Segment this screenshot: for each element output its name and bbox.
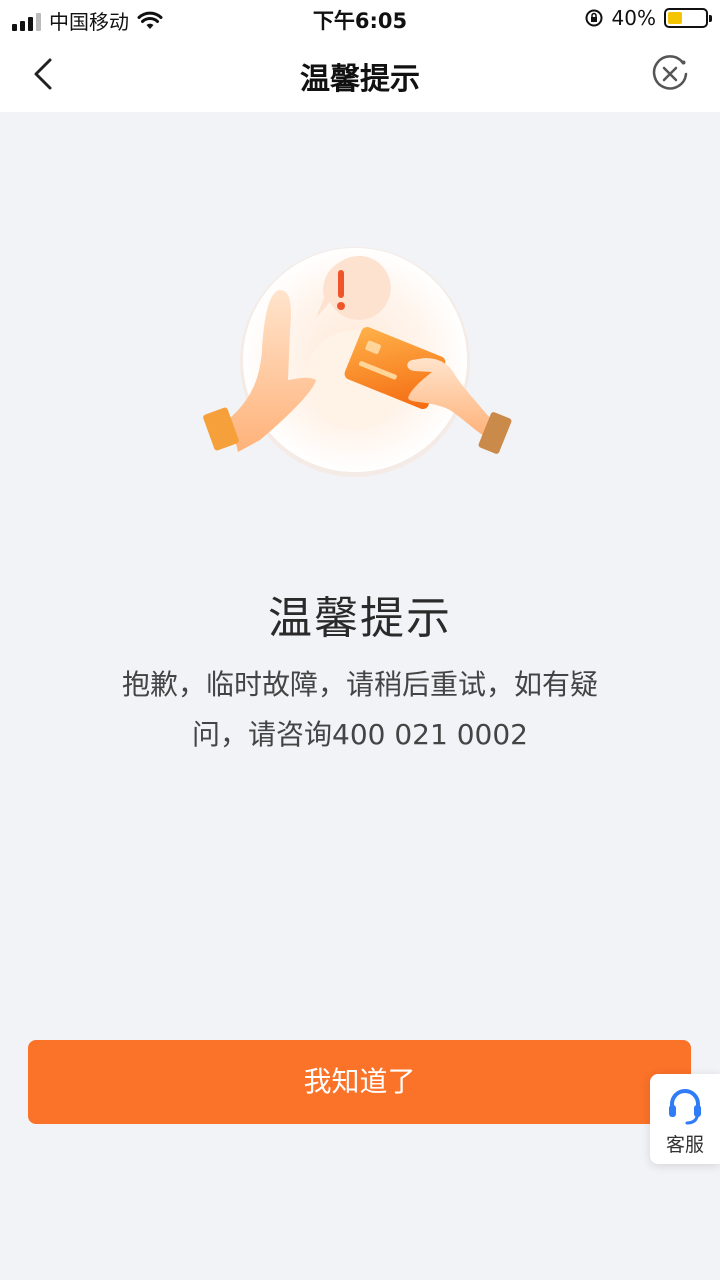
nav-bar: 温馨提示 [0,36,720,112]
service-label: 客服 [665,1134,704,1156]
headset-icon [669,1089,701,1125]
message-line-1: 抱歉，临时故障，请稍后重试，如有疑 [121,668,598,701]
page-title: 温馨提示 [300,62,420,97]
battery-icon [664,8,712,28]
close-circle-icon[interactable] [650,54,690,94]
payment-error-illustration [203,247,512,477]
message-line-2: 问，请咨询400 021 0002 [192,718,528,751]
confirm-button[interactable]: 我知道了 [28,1040,691,1124]
content-title: 温馨提示 [268,593,452,644]
battery-level [668,12,683,24]
battery-percent: 40% [611,6,656,30]
status-right: 40% [584,6,712,30]
error-message: 抱歉，临时故障，请稍后重试，如有疑 问，请咨询400 021 0002 [100,660,620,760]
status-bar: 中国移动 下午6:05 40% [0,0,720,36]
customer-service-button[interactable]: 客服 [650,1074,720,1164]
rotation-lock-icon [585,9,603,27]
